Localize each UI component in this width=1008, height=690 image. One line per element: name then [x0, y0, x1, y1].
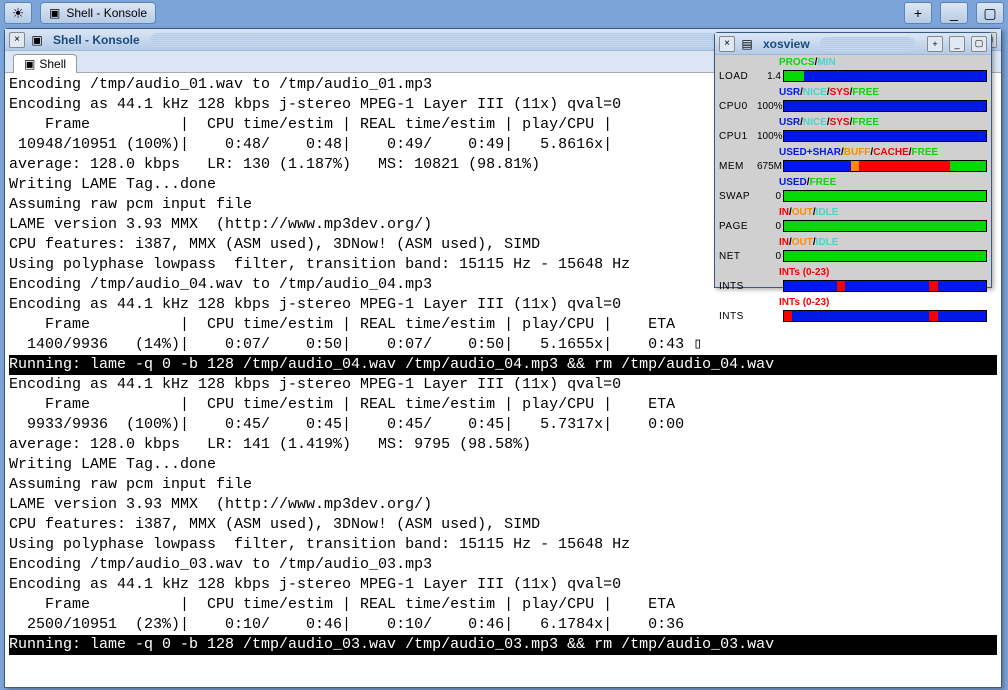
xosview-row-label: INTS — [719, 311, 757, 322]
xosview-bar — [783, 280, 987, 292]
xosview-row-label: CPU1 — [719, 131, 757, 142]
xosview-row-label: LOAD — [719, 71, 757, 82]
terminal-icon: ▣ — [49, 6, 60, 20]
xosview-row-value: 675M — [757, 161, 781, 172]
xosview-legend: INTs (0-23) — [779, 267, 987, 278]
terminal-icon: ▣ — [24, 57, 35, 71]
xosview-row: NET0 — [719, 249, 987, 263]
xosview-bar — [783, 310, 987, 322]
xosview-bar — [783, 190, 987, 202]
terminal-line: Writing LAME Tag...done — [9, 455, 997, 475]
terminal-line: Assuming raw pcm input file — [9, 475, 997, 495]
xosview-bar — [783, 160, 987, 172]
xosview-row-value: 0 — [757, 221, 781, 232]
tab-shell[interactable]: ▣ Shell — [13, 54, 77, 73]
terminal-line: Encoding /tmp/audio_03.wav to /tmp/audio… — [9, 555, 997, 575]
xosview-row: CPU1100% — [719, 129, 987, 143]
xosview-row: CPU0100% — [719, 99, 987, 113]
xosview-row: INTS — [719, 279, 987, 293]
terminal-line: LAME version 3.93 MMX (http://www.mp3dev… — [9, 495, 997, 515]
xosview-legend: USR/NICE/SYS/FREE — [779, 87, 987, 98]
xosview-titlebar[interactable]: × ▤ xosview + _ ▢ — [715, 33, 991, 55]
terminal-line: Frame | CPU time/estim | REAL time/estim… — [9, 595, 997, 615]
taskbar: ☀ ▣ Shell - Konsole + _ ▢ — [0, 0, 1008, 26]
xosview-window: × ▤ xosview + _ ▢ PROCS/MINLOAD1.4USR/NI… — [714, 32, 992, 288]
terminal-line: Running: lame -q 0 -b 128 /tmp/audio_03.… — [9, 635, 997, 655]
xosview-legend: USR/NICE/SYS/FREE — [779, 117, 987, 128]
xosview-row-label: NET — [719, 251, 757, 262]
xosview-bar — [783, 130, 987, 142]
xosview-row-label: PAGE — [719, 221, 757, 232]
terminal-icon: ▣ — [29, 32, 45, 48]
xosview-bar — [783, 70, 987, 82]
xosview-row: LOAD1.4 — [719, 69, 987, 83]
xosview-bar — [783, 100, 987, 112]
tab-label: Shell — [39, 57, 66, 71]
xosview-row-value: 0 — [757, 251, 781, 262]
chart-icon: ▤ — [739, 36, 755, 52]
taskbar-tray-maximize-icon[interactable]: ▢ — [976, 2, 1004, 24]
xosview-legend: USED/FREE — [779, 177, 987, 188]
xosview-legend: PROCS/MIN — [779, 57, 987, 68]
xosview-row-value: 1.4 — [757, 71, 781, 82]
close-icon[interactable]: × — [9, 32, 25, 48]
xosview-title: xosview — [763, 37, 810, 51]
terminal-line: Encoding as 44.1 kHz 128 kbps j-stereo M… — [9, 375, 997, 395]
terminal-line: Frame | CPU time/estim | REAL time/estim… — [9, 395, 997, 415]
xosview-row: SWAP0 — [719, 189, 987, 203]
taskbar-entry-label: Shell - Konsole — [66, 6, 147, 20]
xosview-row-label: SWAP — [719, 191, 757, 202]
terminal-line: Encoding as 44.1 kHz 128 kbps j-stereo M… — [9, 575, 997, 595]
terminal-line: Using polyphase lowpass filter, transiti… — [9, 535, 997, 555]
xosview-legend: IN/OUT/IDLE — [779, 207, 987, 218]
konsole-title: Shell - Konsole — [53, 33, 140, 47]
extra-button-icon[interactable]: + — [927, 36, 943, 52]
terminal-line: average: 128.0 kbps LR: 141 (1.419%) MS:… — [9, 435, 997, 455]
xosview-bar — [783, 250, 987, 262]
xosview-bar — [783, 220, 987, 232]
xosview-row-value: 100% — [757, 131, 781, 142]
xosview-row-value: 100% — [757, 101, 781, 112]
xosview-row: MEM675M — [719, 159, 987, 173]
taskbar-launcher-icon[interactable]: ☀ — [4, 2, 32, 24]
terminal-line: 9933/9936 (100%)| 0:45/ 0:45| 0:45/ 0:45… — [9, 415, 997, 435]
terminal-line: CPU features: i387, MMX (ASM used), 3DNo… — [9, 515, 997, 535]
xosview-row: PAGE0 — [719, 219, 987, 233]
xosview-legend: IN/OUT/IDLE — [779, 237, 987, 248]
xosview-row-label: MEM — [719, 161, 757, 172]
xosview-body: PROCS/MINLOAD1.4USR/NICE/SYS/FREECPU0100… — [715, 55, 991, 287]
xosview-row-label: INTS — [719, 281, 757, 292]
xosview-legend: INTs (0-23) — [779, 297, 987, 308]
terminal-line: 2500/10951 (23%)| 0:10/ 0:46| 0:10/ 0:46… — [9, 615, 997, 635]
xosview-row-value: 0 — [757, 191, 781, 202]
terminal-line: Running: lame -q 0 -b 128 /tmp/audio_04.… — [9, 355, 997, 375]
taskbar-tray-add-icon[interactable]: + — [904, 2, 932, 24]
close-icon[interactable]: × — [719, 36, 735, 52]
xosview-row: INTS — [719, 309, 987, 323]
xosview-legend: USED+SHAR/BUFF/CACHE/FREE — [779, 147, 987, 158]
minimize-icon[interactable]: _ — [949, 36, 965, 52]
terminal-line: 1400/9936 (14%)| 0:07/ 0:50| 0:07/ 0:50|… — [9, 335, 997, 355]
taskbar-tray-minimize-icon[interactable]: _ — [940, 2, 968, 24]
maximize-icon[interactable]: ▢ — [971, 36, 987, 52]
taskbar-entry-konsole[interactable]: ▣ Shell - Konsole — [40, 2, 156, 24]
xosview-row-label: CPU0 — [719, 101, 757, 112]
